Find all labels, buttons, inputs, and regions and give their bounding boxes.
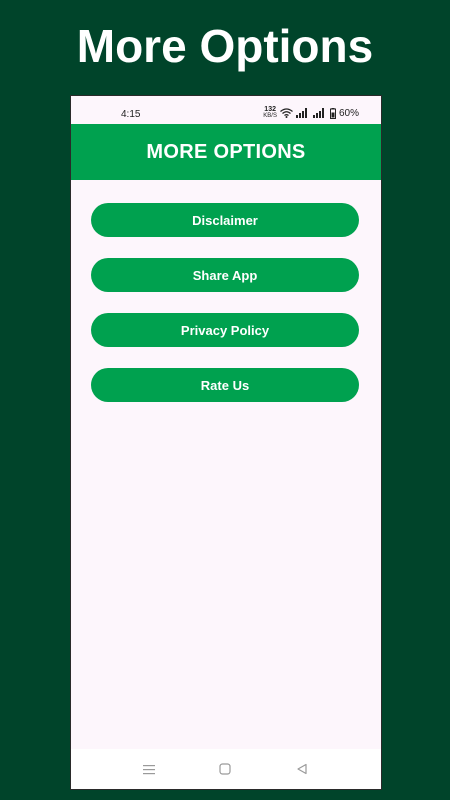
rate-us-button[interactable]: Rate Us <box>91 368 359 402</box>
promo-title: More Options <box>76 20 374 72</box>
options-menu: Disclaimer Share App Privacy Policy Rate… <box>91 203 361 423</box>
menu-icon[interactable] <box>141 761 157 777</box>
system-nav-bar <box>71 749 381 789</box>
status-bar: 4:15 132 KB/S 60% <box>71 96 381 124</box>
status-icons: 132 KB/S 60% <box>263 106 359 120</box>
back-icon[interactable] <box>294 761 310 777</box>
signal-icon <box>295 108 310 118</box>
app-bar: MORE OPTIONS <box>71 124 381 180</box>
wifi-icon <box>280 108 293 118</box>
share-app-button[interactable]: Share App <box>91 258 359 292</box>
battery-percent: 60% <box>338 107 359 119</box>
disclaimer-button[interactable]: Disclaimer <box>91 203 359 237</box>
privacy-policy-button[interactable]: Privacy Policy <box>91 313 359 347</box>
network-speed: 132 KB/S <box>263 106 277 119</box>
battery-icon <box>329 107 336 119</box>
phone-screen: 4:15 132 KB/S 60% MORE OPTIONS Disclaime… <box>70 95 382 790</box>
app-bar-title: MORE OPTIONS <box>146 140 306 163</box>
status-time: 4:15 <box>121 109 141 120</box>
home-icon[interactable] <box>217 761 233 777</box>
network-speed-unit: KB/S <box>263 113 277 119</box>
signal-icon-secondary <box>312 108 327 118</box>
